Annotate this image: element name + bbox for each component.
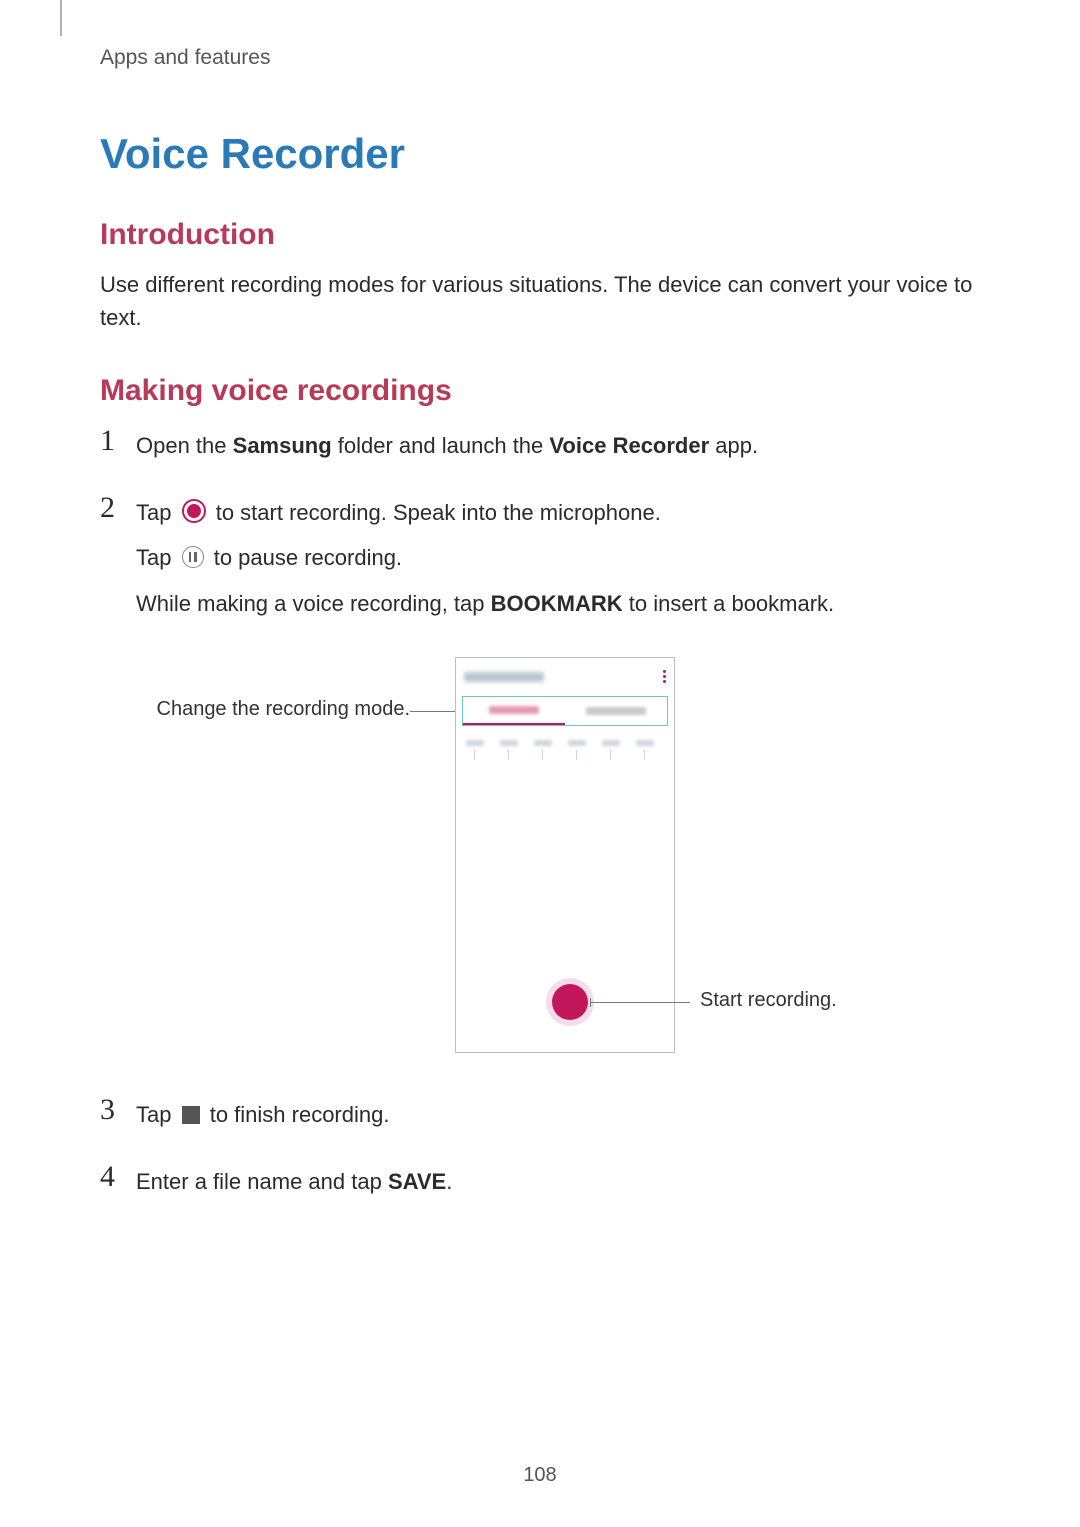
step-4: 4 Enter a file name and tap SAVE.	[100, 1164, 980, 1209]
record-icon	[182, 499, 206, 523]
step-1-text: Open the Samsung folder and launch the V…	[136, 428, 980, 463]
intro-body: Use different recording modes for variou…	[100, 268, 980, 334]
step-3: 3 Tap to finish recording.	[100, 1097, 980, 1142]
mode-tabs	[462, 696, 668, 726]
step-2-line-3: While making a voice recording, tap BOOK…	[136, 586, 980, 621]
page-title: Voice Recorder	[100, 130, 980, 178]
step-number: 2	[100, 493, 136, 523]
crop-mark	[60, 0, 62, 36]
phone-mockup	[455, 657, 675, 1053]
app-title-blurred	[464, 672, 544, 682]
callout-line	[410, 711, 455, 712]
making-heading: Making voice recordings	[100, 374, 980, 408]
section-label: Apps and features	[100, 46, 980, 70]
step-number: 3	[100, 1095, 136, 1125]
step-2: 2 Tap to start recording. Speak into the…	[100, 495, 980, 631]
step-3-text: Tap to finish recording.	[136, 1097, 980, 1132]
step-2-line-2: Tap to pause recording.	[136, 540, 980, 575]
voice-recorder-figure: Change the recording mode.	[100, 657, 980, 1077]
record-button	[552, 984, 588, 1020]
step-number: 4	[100, 1162, 136, 1192]
callout-line	[590, 1002, 690, 1003]
intro-heading: Introduction	[100, 218, 980, 252]
time-ruler	[462, 736, 668, 772]
step-4-text: Enter a file name and tap SAVE.	[136, 1164, 980, 1199]
step-1: 1 Open the Samsung folder and launch the…	[100, 428, 980, 473]
tab-active	[463, 697, 565, 725]
callout-start-recording: Start recording.	[700, 989, 837, 1012]
stop-icon	[182, 1106, 200, 1124]
step-2-line-1: Tap to start recording. Speak into the m…	[136, 495, 980, 530]
step-number: 1	[100, 426, 136, 456]
tab-inactive	[565, 697, 667, 725]
page-number: 108	[0, 1464, 1080, 1487]
callout-change-mode: Change the recording mode.	[120, 698, 410, 721]
pause-icon	[182, 546, 204, 568]
more-options-icon	[663, 670, 666, 683]
